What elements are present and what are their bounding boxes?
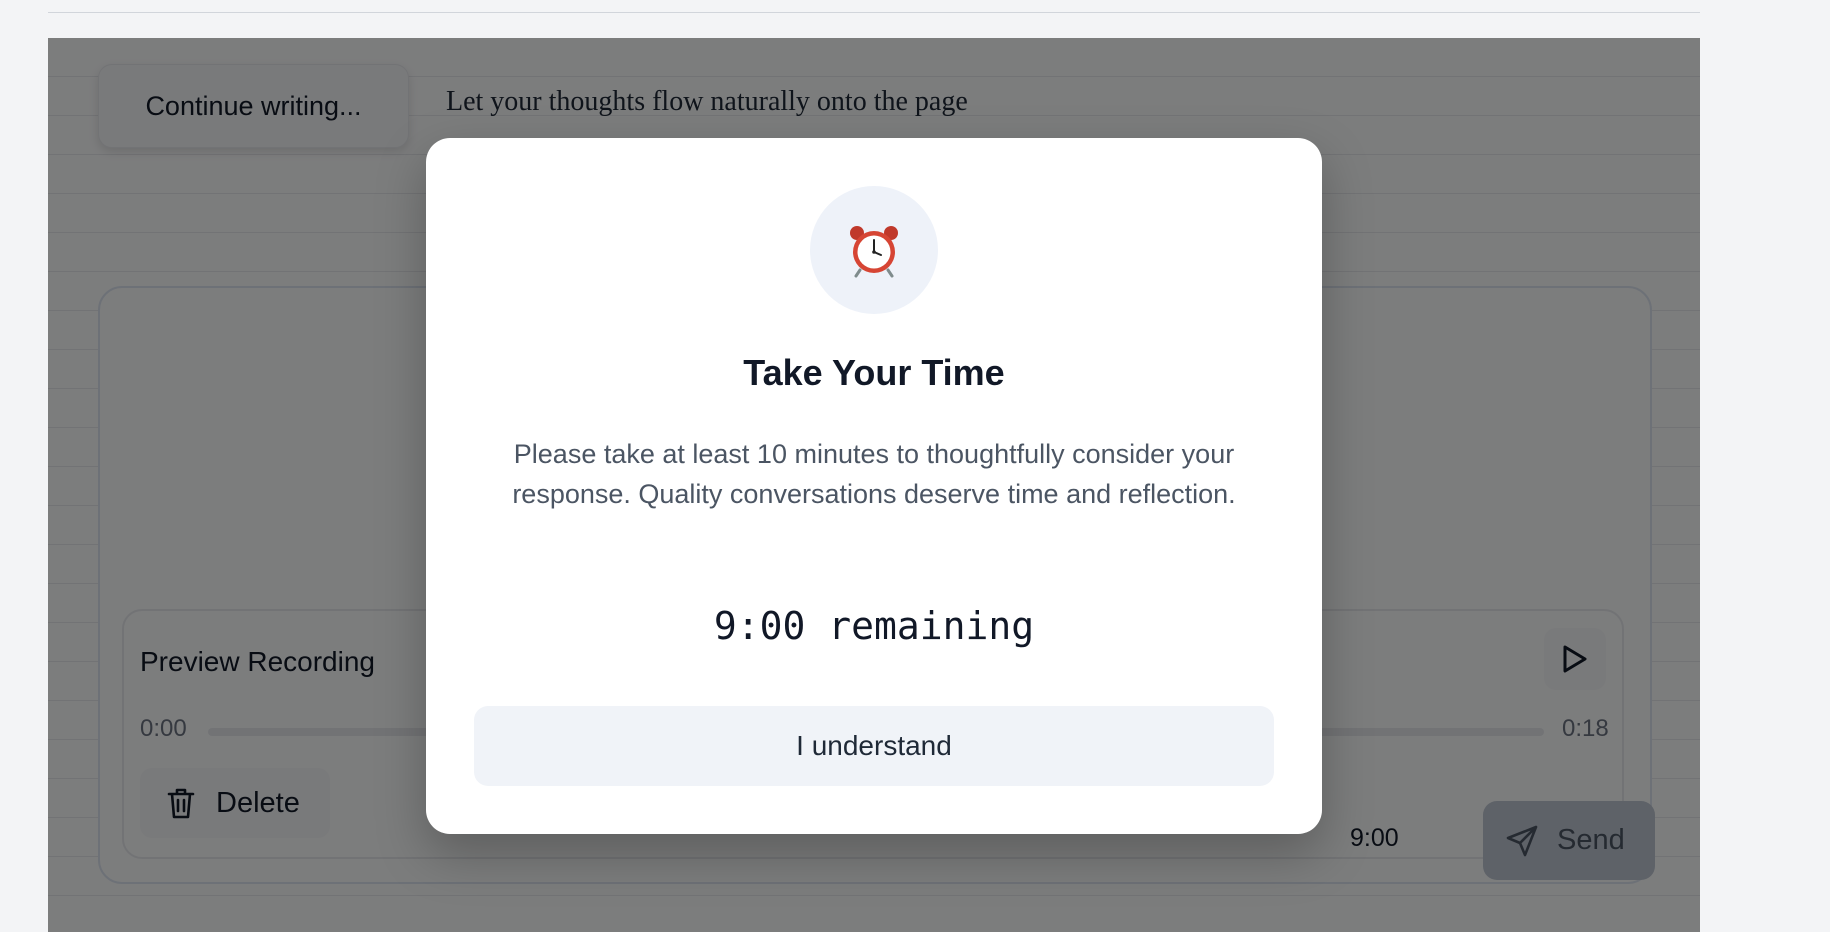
- countdown-remaining: 9:00 remaining: [713, 604, 1035, 648]
- take-your-time-dialog: Take Your Time Please take at least 10 m…: [426, 138, 1322, 834]
- dialog-message: Please take at least 10 minutes to thoug…: [512, 439, 1236, 509]
- dialog-title: Take Your Time: [743, 352, 1005, 393]
- top-divider: [48, 12, 1700, 13]
- alarm-clock-icon: [810, 186, 938, 314]
- i-understand-button[interactable]: I understand: [474, 706, 1274, 786]
